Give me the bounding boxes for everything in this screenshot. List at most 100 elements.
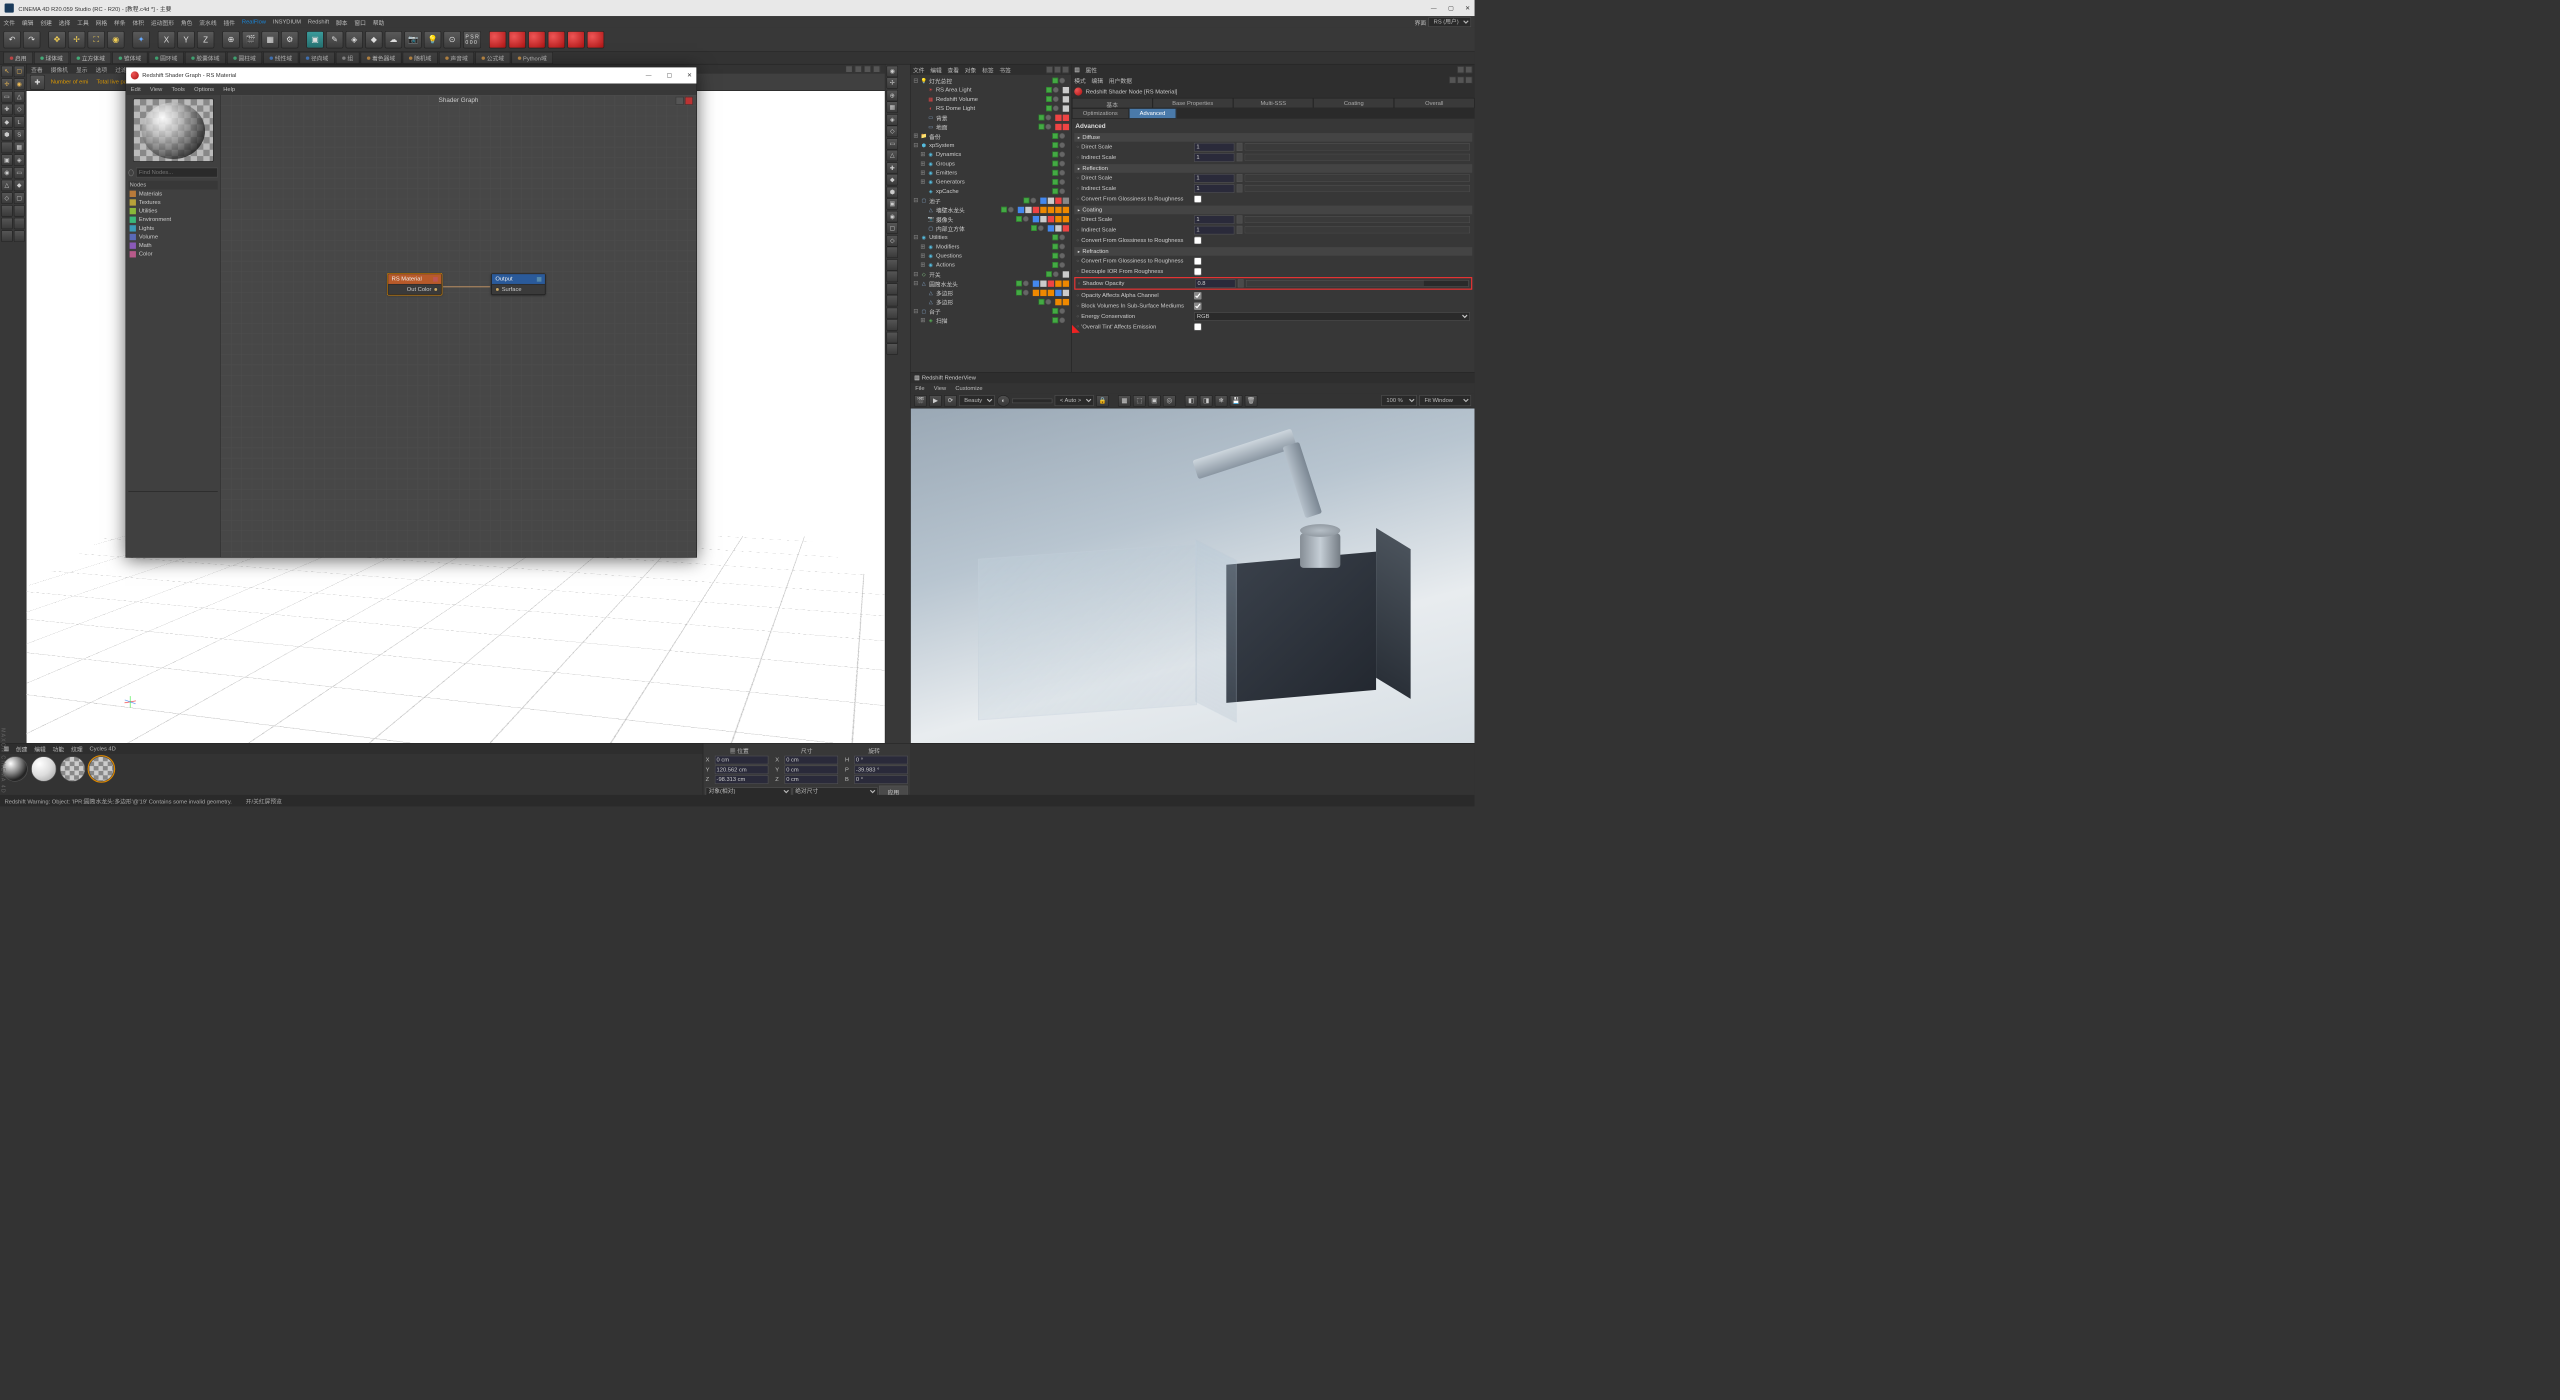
om-tab-bookmark[interactable]: 书签 (999, 65, 1011, 74)
field-btn-6[interactable]: 圆柱域 (227, 52, 262, 64)
tree-row-24[interactable]: △多边形 (911, 297, 1072, 306)
right-tool-4[interactable]: ◈ (886, 114, 898, 126)
right-tool-6[interactable]: ▭ (886, 138, 898, 150)
right-tool-21[interactable] (886, 319, 898, 331)
left-tool-1[interactable]: ▢ (14, 66, 25, 78)
psr-button[interactable]: P S R0 0 0 (463, 31, 481, 48)
vp-view[interactable]: 查看 (31, 65, 43, 74)
left-tool-18[interactable]: △ (1, 180, 12, 192)
right-tool-0[interactable]: ◉ (886, 66, 898, 78)
field-btn-1[interactable]: 球体域 (34, 52, 69, 64)
node-cat-materials[interactable]: Materials (128, 190, 217, 199)
coord-p-Y[interactable] (715, 766, 769, 775)
tree-row-5[interactable]: ▭地面 (911, 122, 1072, 131)
prop-check[interactable] (1194, 302, 1201, 309)
rv-fit-select[interactable]: Fit Window (1419, 395, 1471, 406)
tree-row-14[interactable]: △墙壁水龙头 (911, 205, 1072, 214)
attr-nav-up[interactable] (1465, 77, 1472, 84)
om-tab-view[interactable]: 查看 (948, 65, 960, 74)
node-cat-volume[interactable]: Volume (128, 233, 217, 242)
layout-select[interactable]: RS (用户) (1428, 17, 1471, 27)
prop-slider[interactable] (1245, 185, 1470, 192)
om-tab-tags[interactable]: 标签 (982, 65, 994, 74)
om-opt-3[interactable] (1062, 66, 1069, 73)
section-refraction[interactable]: Refraction (1074, 247, 1472, 256)
left-tool-24[interactable] (1, 218, 12, 230)
left-tool-14[interactable]: ▣ (1, 154, 12, 166)
vp-nav-1[interactable] (846, 66, 853, 73)
rv-freeze[interactable]: ❄ (1215, 395, 1228, 407)
dlg-maximize[interactable]: ▢ (667, 72, 672, 78)
field-btn-10[interactable]: 着色器域 (361, 52, 402, 64)
menu-mograph[interactable]: 运动图形 (151, 18, 174, 27)
left-tool-16[interactable]: ◉ (1, 167, 12, 179)
dlg-close[interactable]: ✕ (687, 72, 692, 78)
prop-input[interactable] (1194, 143, 1234, 152)
generator[interactable]: ◈ (346, 31, 363, 48)
attr-subtab-adv[interactable]: Advanced (1129, 108, 1177, 118)
field-btn-8[interactable]: 径向域 (300, 52, 335, 64)
menu-edit[interactable]: 编辑 (22, 18, 34, 27)
prop-input[interactable] (1194, 174, 1234, 183)
find-nodes-input[interactable] (136, 168, 218, 178)
prop-input[interactable] (1194, 184, 1234, 193)
section-coating[interactable]: Coating (1074, 206, 1472, 215)
coord-s-X[interactable] (785, 756, 839, 765)
tree-row-22[interactable]: ⊟△圆筒水龙头 (911, 279, 1072, 288)
prop-input[interactable] (1194, 226, 1234, 235)
right-tool-12[interactable]: ◉ (886, 211, 898, 223)
rv-region[interactable]: ⬚ (1133, 395, 1146, 407)
mat-tab-func[interactable]: 功能 (53, 744, 65, 753)
redshift-btn-5[interactable] (568, 31, 585, 48)
prop-check[interactable] (1194, 236, 1201, 243)
right-tool-15[interactable] (886, 247, 898, 259)
material-1[interactable] (31, 756, 56, 781)
environment[interactable]: ☁ (385, 31, 402, 48)
prop-slider[interactable] (1245, 226, 1470, 233)
primitive-cube[interactable]: ▣ (306, 31, 323, 48)
menu-insydium[interactable]: INSYDIUM (273, 19, 301, 25)
prop-check[interactable] (1194, 323, 1201, 330)
right-tool-1[interactable]: ✢ (886, 77, 898, 89)
prop-input[interactable] (1194, 215, 1234, 224)
dlg-menu-edit[interactable]: Edit (131, 86, 141, 92)
axis-z[interactable]: Z (197, 31, 214, 48)
tree-row-11[interactable]: ⊞◉Generators (911, 177, 1072, 186)
tree-row-15[interactable]: 📷摄像头 (911, 214, 1072, 223)
rv-mode-select[interactable]: < Auto > (1055, 395, 1094, 406)
menu-script[interactable]: 脚本 (336, 18, 348, 27)
menu-realflow[interactable]: RealFlow (242, 19, 266, 25)
mat-tab-edit[interactable]: 编辑 (34, 744, 46, 753)
select-tool[interactable]: ✥ (48, 31, 65, 48)
node-cat-math[interactable]: Math (128, 241, 217, 250)
node-cat-color[interactable]: Color (128, 250, 217, 259)
tree-row-12[interactable]: ◈xpCache (911, 187, 1072, 196)
left-tool-15[interactable]: ◈ (14, 154, 25, 166)
om-tab-file[interactable]: 文件 (913, 65, 925, 74)
vp-options[interactable]: 选项 (96, 65, 108, 74)
om-tab-edit[interactable]: 编辑 (930, 65, 942, 74)
dlg-minimize[interactable]: ― (646, 72, 652, 78)
left-tool-7[interactable]: ◇ (14, 104, 25, 116)
close-button[interactable]: ✕ (1465, 5, 1470, 11)
material-2[interactable] (60, 756, 85, 781)
right-tool-17[interactable] (886, 271, 898, 283)
tree-row-23[interactable]: △多边形 (911, 288, 1072, 297)
render-button[interactable]: 🎬 (242, 31, 259, 48)
attr-opt-1[interactable] (1457, 66, 1464, 73)
prop-check[interactable] (1194, 292, 1201, 299)
tree-row-18[interactable]: ⊞◉Modifiers (911, 242, 1072, 251)
coord-r-P[interactable] (854, 766, 908, 775)
find-settings-icon[interactable] (128, 169, 133, 176)
dlg-menu-options[interactable]: Options (194, 86, 214, 92)
render-settings[interactable]: ⚙ (281, 31, 298, 48)
dlg-menu-help[interactable]: Help (223, 86, 235, 92)
camera[interactable]: 📷 (404, 31, 421, 48)
field-btn-4[interactable]: 圆环域 (149, 52, 184, 64)
prop-select[interactable]: RGB (1194, 312, 1470, 321)
spline-pen[interactable]: ✎ (326, 31, 343, 48)
tree-row-10[interactable]: ⊞◉Emitters (911, 168, 1072, 177)
left-tool-22[interactable] (1, 205, 12, 217)
left-tool-13[interactable]: ▦ (14, 142, 25, 154)
left-tool-21[interactable]: ▢ (14, 192, 25, 204)
